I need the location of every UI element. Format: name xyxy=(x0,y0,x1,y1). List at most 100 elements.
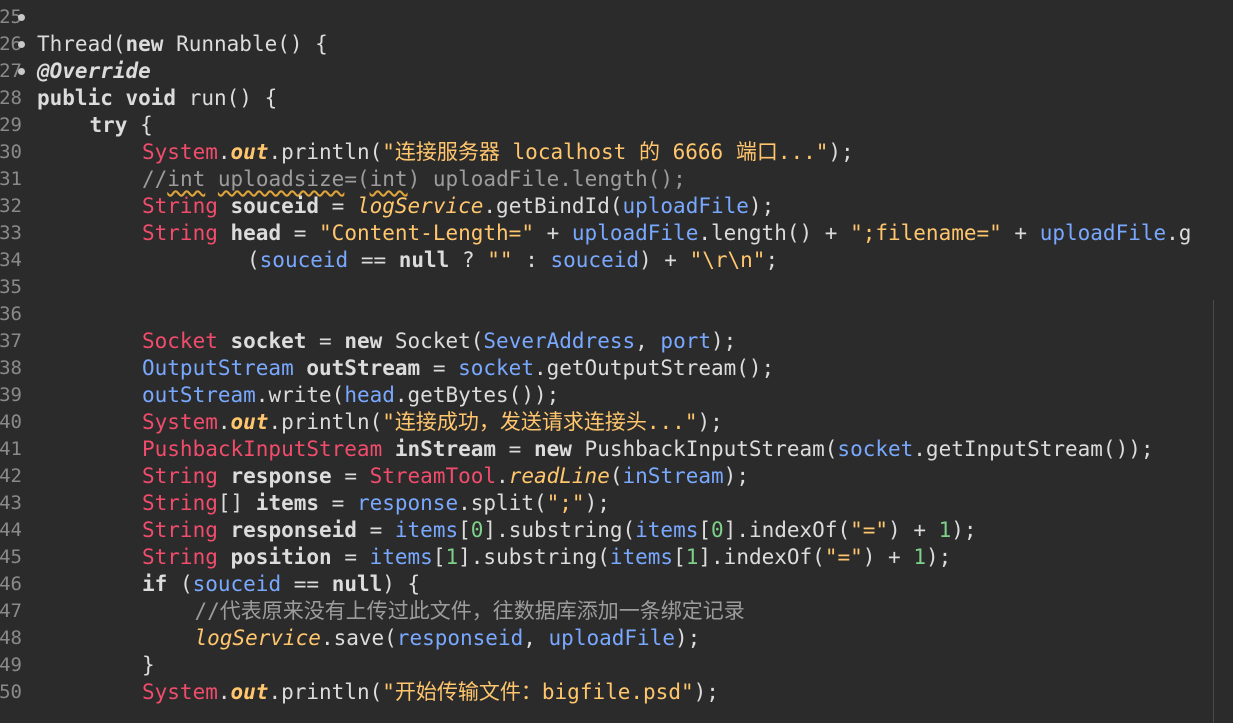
line-number: 33 xyxy=(0,222,22,244)
code-token: = xyxy=(281,221,320,245)
code-token: "连接服务器 localhost 的 6666 端口..." xyxy=(382,140,829,164)
code-token: String xyxy=(142,491,218,515)
code-token: ); xyxy=(951,518,977,542)
line-code: PushbackInputStream inStream = new Pushb… xyxy=(142,436,1154,463)
line-code: String[] items = response.split(";"); xyxy=(142,490,610,517)
line-code: String head = "Content-Length=" + upload… xyxy=(142,220,1191,247)
line-code: outStream.write(head.getBytes()); xyxy=(142,382,559,409)
code-line[interactable]: 46 if (souceid == null) { xyxy=(0,571,1233,598)
code-token: "=" xyxy=(824,545,863,569)
code-line[interactable]: 50 System.out.println("开始传输文件：bigfile.psd… xyxy=(0,679,1233,706)
code-token: int xyxy=(167,167,206,191)
code-token: items xyxy=(609,545,674,569)
code-token: "=" xyxy=(850,518,889,542)
code-token: items xyxy=(369,545,433,569)
code-token: "连接成功，发送请求连接头..." xyxy=(382,410,698,434)
code-token: response xyxy=(356,491,459,515)
line-number: 31 xyxy=(0,168,22,190)
fold-toggle-icon[interactable] xyxy=(18,41,25,48)
code-token: } xyxy=(142,653,155,677)
line-number: 50 xyxy=(0,681,22,703)
code-line[interactable]: 28 public void run() { xyxy=(0,85,1233,112)
code-line[interactable]: 44 String responseid = items[0].substring… xyxy=(0,517,1233,544)
code-token: . xyxy=(217,680,231,704)
code-line[interactable]: 49} xyxy=(0,652,1233,679)
code-line[interactable]: 35 xyxy=(0,274,1233,301)
code-token: new xyxy=(533,437,585,461)
line-code: System.out.println("连接服务器 localhost 的 66… xyxy=(142,139,854,166)
code-line[interactable]: 45 String position = items[1].substring(i… xyxy=(0,544,1233,571)
code-token: "开始传输文件：bigfile.psd" xyxy=(382,680,694,704)
line-number: 46 xyxy=(0,573,22,595)
code-line[interactable]: 37 Socket socket = new Socket(SeverAddres… xyxy=(0,328,1233,355)
code-token: = xyxy=(319,194,357,218)
code-token: [ xyxy=(458,518,471,542)
code-line[interactable]: 48 logService.save(responseid, uploadFile… xyxy=(0,625,1233,652)
code-line[interactable]: 30 System.out.println("连接服务器 localhost 的 … xyxy=(0,139,1233,166)
code-token: ";" xyxy=(546,491,585,515)
code-token: StreamTool xyxy=(369,464,497,488)
code-token: ); xyxy=(697,410,723,434)
line-code: String response = StreamTool.readLine(in… xyxy=(142,463,749,490)
code-token: .length() + xyxy=(698,221,851,245)
code-editor[interactable]: 25static void uploadFile(final File uplo… xyxy=(0,0,1233,723)
code-token: new xyxy=(344,329,395,353)
code-token: socket xyxy=(230,329,307,353)
line-number: 29 xyxy=(0,114,22,136)
code-token: // xyxy=(142,167,168,191)
code-token: null xyxy=(398,248,450,272)
code-line[interactable]: 27 @Override xyxy=(0,58,1233,85)
line-code: //代表原来没有上传过此文件，往数据库添加一条绑定记录 xyxy=(195,598,745,625)
code-token: .getInputStream()); xyxy=(913,437,1154,461)
line-code: System.out.println("开始传输文件：bigfile.psd")… xyxy=(142,679,719,706)
code-token: responseid xyxy=(230,518,357,542)
line-code: Socket socket = new Socket(SeverAddress,… xyxy=(142,328,736,355)
code-line[interactable]: 31//int uploadsize=(int) uploadFile.leng… xyxy=(0,166,1233,193)
code-line[interactable]: 26 Thread(new Runnable() { xyxy=(0,31,1233,58)
code-line[interactable]: 36 xyxy=(0,301,1233,328)
code-line[interactable]: 25static void uploadFile(final File uplo… xyxy=(0,4,1233,31)
code-token: logService xyxy=(356,194,484,218)
code-token: SeverAddress xyxy=(483,329,636,353)
line-number: 37 xyxy=(0,330,22,352)
line-number: 43 xyxy=(0,492,22,514)
code-token: ); xyxy=(711,329,737,353)
code-line[interactable]: 33 String head = "Content-Length=" + uplo… xyxy=(0,220,1233,247)
code-token: Socket( xyxy=(394,329,484,353)
code-token: = xyxy=(331,464,370,488)
line-code: logService.save(responseid, uploadFile); xyxy=(195,625,701,652)
code-token: port xyxy=(660,329,711,353)
code-token: [ xyxy=(673,545,686,569)
code-token: ].indexOf( xyxy=(723,518,851,542)
code-token: logService xyxy=(194,626,321,650)
code-line[interactable]: 34 (souceid == null ? "" : souceid) + "\r… xyxy=(0,247,1233,274)
code-token: inStream xyxy=(622,464,724,488)
code-line[interactable]: 47 //代表原来没有上传过此文件，往数据库添加一条绑定记录 xyxy=(0,598,1233,625)
line-number: 49 xyxy=(0,654,22,676)
code-line[interactable]: 32 String souceid = logService.getBindId(… xyxy=(0,193,1233,220)
code-token: ) + xyxy=(639,248,690,272)
code-token: = xyxy=(319,491,357,515)
code-line[interactable]: 39 outStream.write(head.getBytes()); xyxy=(0,382,1233,409)
code-token: inStream xyxy=(394,437,497,461)
code-token: System xyxy=(142,140,218,164)
code-token: String xyxy=(142,518,231,542)
editor-edge-marker xyxy=(1213,300,1214,723)
code-line[interactable]: 40 System.out.println("连接成功，发送请求连接头..."); xyxy=(0,409,1233,436)
code-token: responseid xyxy=(396,626,524,650)
code-token: ); xyxy=(926,545,952,569)
fold-toggle-icon[interactable] xyxy=(18,68,25,75)
code-line[interactable]: 29 try { xyxy=(0,112,1233,139)
line-number: 28 xyxy=(0,87,22,109)
code-line[interactable]: 42 String response = StreamTool.readLine(… xyxy=(0,463,1233,490)
line-code: if (souceid == null) { xyxy=(142,571,420,598)
code-line[interactable]: 43 String[] items = response.split(";"); xyxy=(0,490,1233,517)
code-line[interactable]: 41 PushbackInputStream inStream = new Pus… xyxy=(0,436,1233,463)
code-token: .println( xyxy=(268,140,383,164)
code-token: ) uploadFile.length(); xyxy=(407,167,686,191)
fold-toggle-icon[interactable] xyxy=(18,14,25,21)
code-token: @Override xyxy=(37,59,151,83)
code-token: try xyxy=(89,113,141,137)
code-token: .getBytes()); xyxy=(394,383,560,407)
code-line[interactable]: 38 OutputStream outStream = socket.getOut… xyxy=(0,355,1233,382)
